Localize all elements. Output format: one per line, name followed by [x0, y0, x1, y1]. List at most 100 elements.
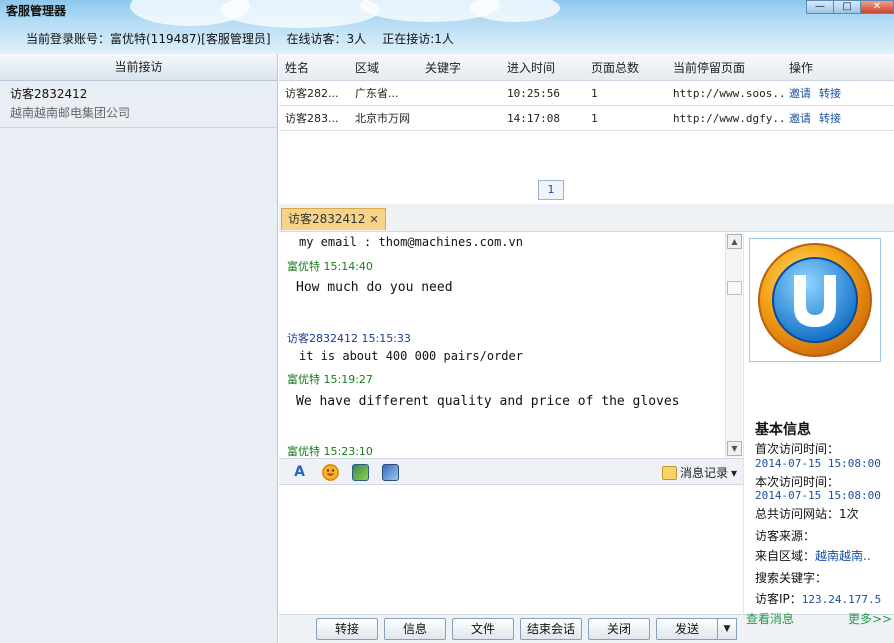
chat-sender-me: 富优特 15:14:40 [287, 260, 373, 273]
cell-actions: 邀请 转接 [783, 110, 883, 126]
send-options-icon[interactable]: ▼ [717, 618, 737, 640]
brand-logo [749, 238, 881, 362]
cell-page: http://www.dgfy... [673, 111, 783, 125]
cell-time: 14:17:08 [507, 111, 560, 125]
transfer-link[interactable]: 转接 [819, 112, 841, 125]
ip-value: 123.24.177.5 [801, 593, 882, 606]
sites-row: 总共访问网站：1次 [755, 505, 859, 522]
this-visit-value: 2014-07-15 15:08:00 [755, 489, 881, 502]
cell-pages: 1 [591, 111, 598, 125]
close-button[interactable]: 关闭 [588, 618, 650, 640]
chat-message: it is about 400 000 pairs/order [299, 349, 523, 363]
first-visit-value: 2014-07-15 15:08:00 [755, 457, 881, 470]
receiving-label: 正在接访:1人 [382, 32, 454, 46]
cell-actions: 邀请 转接 [783, 85, 883, 101]
header-info: 当前登录账号：富优特(119487)[客服管理员] 在线访客：3人 正在接访:1… [26, 30, 454, 47]
screenshot-icon[interactable] [352, 464, 369, 481]
chat-scrollbar[interactable]: ▲ ▼ [725, 233, 742, 457]
end-session-button[interactable]: 结束会话 [520, 618, 582, 640]
ip-row: 访客IP：123.24.177.5 [755, 590, 881, 607]
chat-sender-me: 富优特 15:19:27 [287, 373, 373, 386]
transfer-link[interactable]: 转接 [819, 87, 841, 100]
scroll-down-icon[interactable]: ▼ [727, 441, 742, 456]
cloud-decoration [470, 0, 560, 22]
send-image-icon[interactable] [382, 464, 399, 481]
close-window-button[interactable]: ✕ [860, 0, 894, 14]
history-icon [661, 465, 677, 480]
info-title: 基本信息 [755, 422, 811, 438]
chevron-down-icon: ▾ [730, 465, 737, 480]
action-button-row: 转接 信息 文件 结束会话 关闭 发送 ▼ [279, 614, 894, 643]
message-input[interactable] [279, 486, 743, 614]
chat-tab-bar: 访客2832412 ✕ [279, 204, 894, 232]
scroll-up-icon[interactable]: ▲ [727, 234, 742, 249]
column-header: 页面总数 [591, 60, 640, 75]
cell-page: http://www.soos... [673, 86, 783, 100]
cell-time: 10:25:56 [507, 86, 560, 100]
this-visit-label: 本次访问时间： [755, 475, 840, 489]
chat-tab[interactable]: 访客2832412 ✕ [281, 208, 386, 230]
window-controls: — □ ✕ [806, 0, 894, 14]
region-value: 越南越南.. [815, 549, 871, 563]
chat-message: We have different quality and price of t… [296, 394, 680, 409]
cell-region: 广东省... [355, 87, 399, 100]
current-visitors-panel: 当前接访 访客2832412 越南越南邮电集团公司 [0, 54, 278, 643]
keyword-label: 搜索关键字： [755, 571, 828, 585]
visitor-info-panel: 基本信息 首次访问时间： 2014-07-15 15:08:00 本次访问时间：… [743, 233, 894, 626]
info-button[interactable]: 信息 [384, 618, 446, 640]
font-icon[interactable]: A [291, 464, 308, 481]
table-header: 姓名 区域 关键字 进入时间 页面总数 当前停留页面 操作 [279, 54, 894, 81]
chat-toolbar: A 消息记录 ▾ [279, 458, 743, 485]
close-tab-icon[interactable]: ✕ [369, 209, 378, 230]
cell-pages: 1 [591, 86, 598, 100]
cell-region: 北京市万网 [355, 112, 410, 125]
first-visit-label: 首次访问时间： [755, 442, 840, 456]
message-history-label: 消息记录 [679, 466, 728, 480]
visitor-name: 访客2832412 [10, 87, 88, 101]
column-header: 姓名 [285, 60, 310, 75]
source-label: 访客来源： [755, 529, 816, 543]
visitor-list-item[interactable]: 访客2832412 越南越南邮电集团公司 [0, 81, 277, 128]
send-button[interactable]: 发送 [656, 618, 718, 640]
region-label: 来自区域： [755, 549, 816, 563]
cloud-decoration [220, 0, 380, 28]
scrollbar-thumb[interactable] [727, 281, 742, 295]
chat-tab-label: 访客2832412 [288, 212, 366, 226]
u-logo-icon [758, 243, 872, 357]
account-label: 当前登录账号：富优特(119487)[客服管理员] [26, 32, 271, 46]
message-history-button[interactable]: 消息记录 ▾ [661, 464, 737, 481]
title-bar: 客服管理器 — □ ✕ 当前登录账号：富优特(119487)[客服管理员] 在线… [0, 0, 894, 54]
column-header: 关键字 [425, 60, 462, 75]
table-row[interactable]: 访客282... 广东省... 10:25:56 1 http://www.so… [279, 81, 894, 106]
visitor-table: 姓名 区域 关键字 进入时间 页面总数 当前停留页面 操作 访客282... 广… [279, 54, 894, 204]
region-row: 来自区域：越南越南.. [755, 547, 871, 564]
minimize-button[interactable]: — [806, 0, 834, 14]
page-number-button[interactable]: 1 [538, 180, 564, 200]
transfer-button[interactable]: 转接 [316, 618, 378, 640]
app-title: 客服管理器 [6, 4, 67, 18]
table-row[interactable]: 访客283... 北京市万网 14:17:08 1 http://www.dgf… [279, 106, 894, 131]
view-messages-link[interactable]: 查看消息 [746, 610, 794, 627]
emoji-icon[interactable] [322, 464, 339, 481]
chat-message: my email : thom@machines.com.vn [299, 235, 523, 249]
current-visitors-heading: 当前接访 [0, 54, 277, 81]
column-header: 当前停留页面 [673, 60, 746, 75]
sites-label: 总共访问网站： [755, 507, 840, 521]
column-header: 操作 [789, 60, 814, 75]
cell-name: 访客283... [285, 112, 339, 125]
chat-sender-me: 富优特 15:23:10 [287, 445, 373, 457]
more-link[interactable]: 更多>> [848, 610, 892, 627]
maximize-button[interactable]: □ [833, 0, 861, 14]
chat-message: How much do you need [296, 280, 453, 295]
chat-sender-visitor: 访客2832412 15:15:33 [287, 332, 411, 345]
column-header: 进入时间 [507, 60, 556, 75]
invite-link[interactable]: 邀请 [789, 112, 811, 125]
file-button[interactable]: 文件 [452, 618, 514, 640]
column-header: 区域 [355, 60, 380, 75]
sites-value: 1次 [839, 507, 859, 521]
cell-name: 访客282... [285, 87, 339, 100]
online-visitors-label: 在线访客：3人 [286, 32, 367, 46]
visitor-org: 越南越南邮电集团公司 [10, 106, 131, 120]
invite-link[interactable]: 邀请 [789, 87, 811, 100]
chat-history: my email : thom@machines.com.vn 富优特 15:1… [279, 233, 743, 457]
